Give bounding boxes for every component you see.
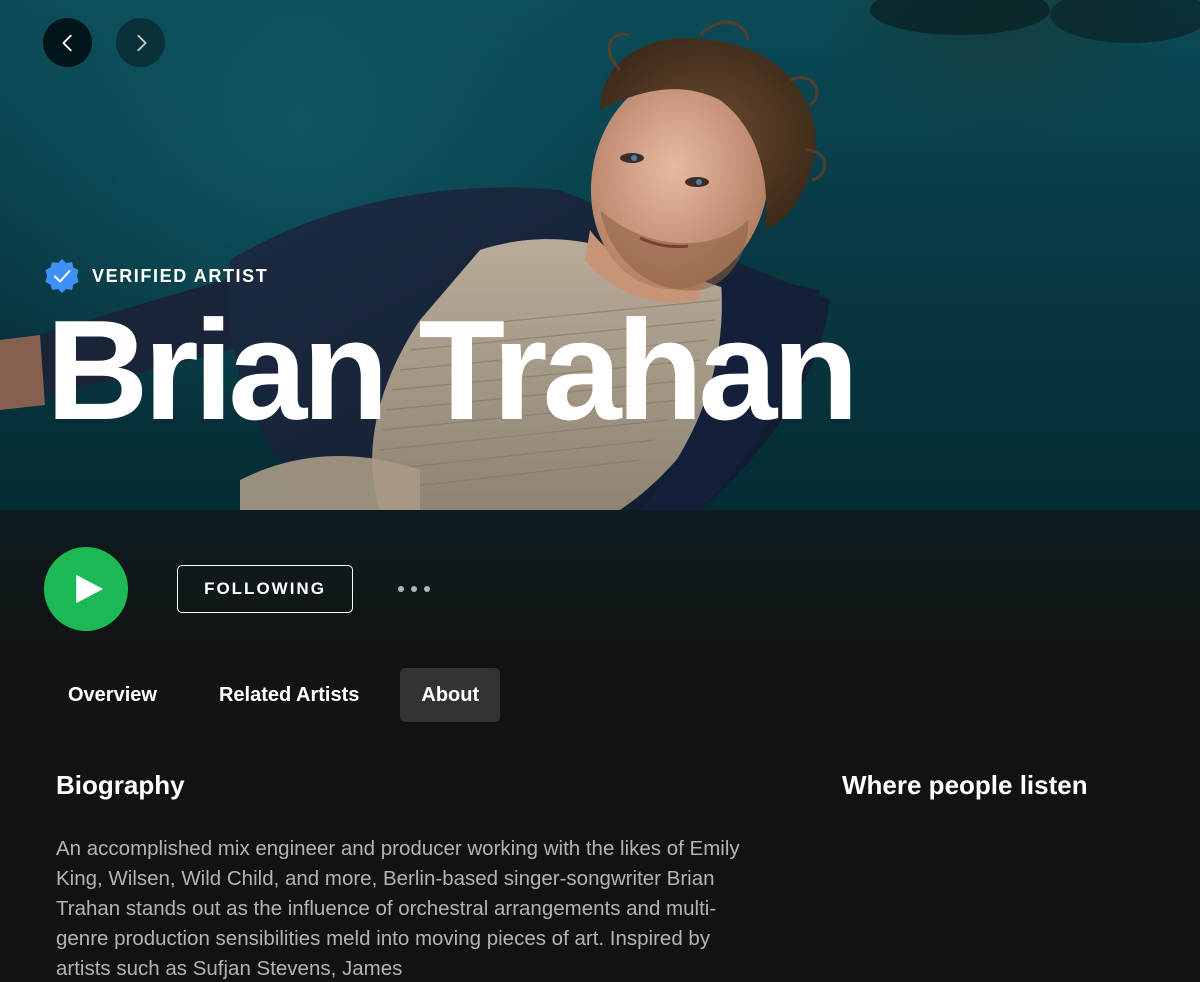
more-options-icon [411,586,417,592]
verified-check-icon [45,259,79,293]
verified-artist-badge: VERIFIED ARTIST [44,258,268,294]
artist-name: Brian Trahan [46,291,859,450]
back-button[interactable] [43,18,92,67]
more-options-icon [424,586,430,592]
where-people-listen-heading: Where people listen [842,770,1088,800]
more-options-icon [398,586,404,592]
biography-heading: Biography [56,770,185,800]
more-options-button[interactable] [392,578,436,600]
biography-text: An accomplished mix engineer and produce… [56,837,740,980]
verified-artist-label: VERIFIED ARTIST [92,265,269,286]
tab-related-artists[interactable]: Related Artists [198,668,380,722]
following-button[interactable]: FOLLOWING [177,565,353,613]
tab-overview[interactable]: Overview [47,668,178,722]
tab-about[interactable]: About [400,668,501,722]
play-icon [76,574,104,604]
chevron-right-icon [136,34,146,51]
forward-button[interactable] [116,18,165,67]
play-button[interactable] [44,547,128,631]
artist-header-image: VERIFIED ARTIST Brian Trahan [0,0,1200,510]
artist-tabs: Overview Related Artists About [47,668,520,722]
chevron-left-icon [62,34,72,51]
